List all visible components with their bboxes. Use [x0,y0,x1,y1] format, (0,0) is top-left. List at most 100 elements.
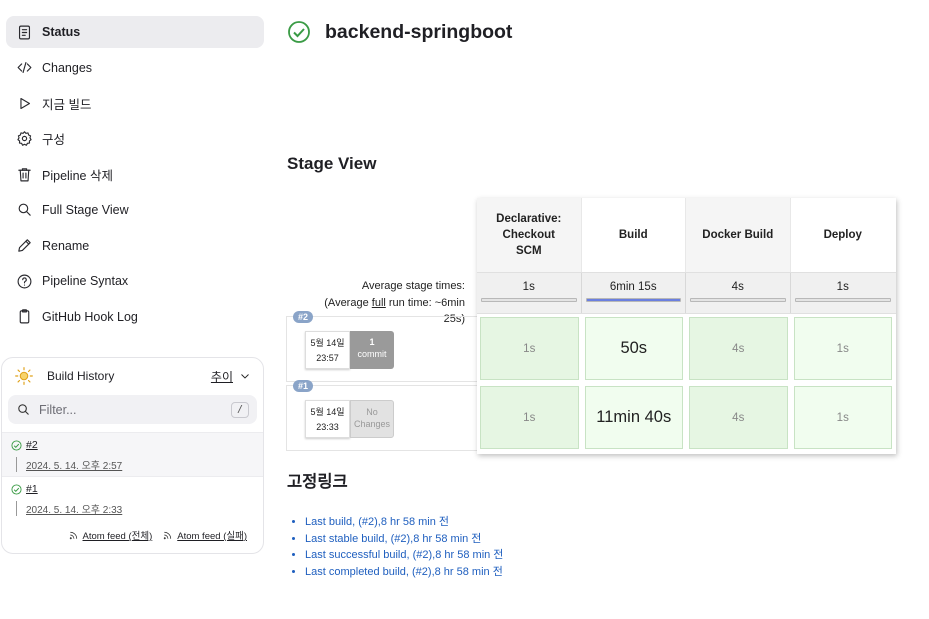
build-number-link[interactable]: #2 [26,439,38,451]
stage-average-value: 4s [731,281,744,293]
sidebar-item-build-now[interactable]: 지금 빌드 [6,87,264,119]
run-changes-box[interactable]: 1 commit [350,331,394,369]
build-number-link[interactable]: #1 [26,483,38,495]
permalinks-title: 고정링크 [287,473,348,491]
filter-shortcut-key: / [230,401,249,418]
run-row-label: #2 5월 14일 23:57 1 commit [286,311,477,382]
full-run-link[interactable]: full [372,297,386,309]
build-history-panel: Build History 추이 / #2 2024. 5. 14. 오후 2:… [1,357,264,554]
stage-header: Declarative: Checkout SCM [477,198,582,272]
clipboard-icon [15,308,33,326]
sidebar-item-label: Rename [42,238,90,253]
trash-icon [15,165,33,183]
commit-count: No [366,407,378,417]
stage-average-value: 6min 15s [609,281,657,293]
stage-name-line: Declarative: [496,213,562,225]
permalink-item: Last successful build, (#2),8 hr 58 min … [305,547,503,564]
play-icon [15,94,33,112]
stage-average: 4s [686,273,791,313]
average-row: 1s 6min 15s 4s 1s [477,272,896,314]
chevron-down-icon [241,374,249,379]
permalink-item: Last completed build, (#2),8 hr 58 min 전 [305,564,503,581]
permalink-link[interactable]: Last completed build, (#2),8 hr 58 min 전 [305,566,503,578]
atom-feed-all-label: Atom feed (전체) [82,531,153,542]
filter-input[interactable] [39,402,231,417]
stage-table: Declarative: Checkout SCM Build Docker Bui… [477,198,896,454]
permalinks-list: Last build, (#2),8 hr 58 min 전 Last stab… [305,514,503,580]
run-changes-box[interactable]: No Changes [350,400,394,438]
stage-header: Build [582,198,686,272]
permalink-item: Last build, (#2),8 hr 58 min 전 [305,514,503,531]
run-time: 23:33 [316,422,339,432]
stage-progress-bar [585,298,681,302]
stage-cell[interactable]: 1s [480,317,579,380]
stage-progress-bar [481,298,577,302]
search-icon [18,404,29,415]
build-history-header: Build History 추이 [2,358,263,394]
stage-average-value: 1s [836,281,849,293]
page-title: backend-springboot [325,20,513,43]
success-check-icon [11,483,22,495]
help-icon [15,272,33,290]
trend-dropdown[interactable]: 추이 [211,368,251,385]
build-history-row[interactable]: #2 2024. 5. 14. 오후 2:57 [2,432,263,476]
run-date: 5월 14일 [310,338,345,348]
document-icon [15,23,33,41]
atom-feeds: Atom feed (전체) Atom feed (실패) [2,520,263,542]
avg-label-line: Average stage times: [361,280,465,292]
sun-icon [15,367,33,385]
stage-view-title: Stage View [287,154,377,173]
permalink-link[interactable]: Last stable build, (#2),8 hr 58 min 전 [305,533,481,545]
run-badge[interactable]: #2 [293,311,314,323]
stage-name-line: Build [618,229,648,241]
search-icon [15,201,33,219]
avg-label-line: (Average full run time: ~6min [286,295,465,312]
stage-progress-bar [794,298,891,302]
filter-box: / [8,395,257,424]
stage-average: 1s [477,273,582,313]
page-header: backend-springboot [287,20,512,44]
stage-name-line: Checkout [502,229,555,241]
sidebar-item-delete-pipeline[interactable]: Pipeline 삭제 [6,158,264,190]
commit-label: Changes [353,419,391,429]
sidebar-item-rename[interactable]: Rename [6,230,264,262]
avg-label-part: (Average [324,296,372,309]
commit-label: commit [357,349,387,359]
stage-cell[interactable]: 11min 40s [584,386,683,449]
build-date[interactable]: 2024. 5. 14. 오후 2:33 [16,501,254,516]
sidebar-item-github-hook-log[interactable]: GitHub Hook Log [6,301,264,333]
sidebar-item-label: 구성 [42,133,66,148]
permalink-link[interactable]: Last build, (#2),8 hr 58 min 전 [305,516,449,528]
atom-feed-failed-link[interactable]: Atom feed (실패) [162,528,247,542]
stage-average-value: 1s [522,281,535,293]
sidebar-item-configure[interactable]: 구성 [6,123,264,155]
atom-feed-all-link[interactable]: Atom feed (전체) [68,528,153,542]
sidebar-item-full-stage-view[interactable]: Full Stage View [6,194,264,226]
build-date[interactable]: 2024. 5. 14. 오후 2:57 [16,457,254,472]
sidebar-item-label: Pipeline 삭제 [42,168,113,183]
stage-cell[interactable]: 50s [584,317,683,380]
sidebar-item-status[interactable]: Status [6,16,264,48]
success-check-icon [288,21,310,43]
stage-run-row: 1s 11min 40s 4s 1s [477,383,896,452]
stage-view: Average stage times: (Average full run t… [286,198,896,454]
stage-cell[interactable]: 4s [689,317,788,380]
stage-run-row: 1s 50s 4s 1s [477,314,896,383]
sidebar-item-pipeline-syntax[interactable]: Pipeline Syntax [6,265,264,297]
stage-cell[interactable]: 4s [689,386,788,449]
sidebar-item-changes[interactable]: Changes [6,52,264,84]
run-badge[interactable]: #1 [293,380,314,392]
stage-progress-bar [690,298,786,302]
rss-icon [164,531,172,539]
stage-average: 1s [791,273,896,313]
stage-cell[interactable]: 1s [793,317,892,380]
sidebar-item-label: GitHub Hook Log [42,309,138,324]
stage-header: Docker Build [686,198,791,272]
build-history-row[interactable]: #1 2024. 5. 14. 오후 2:33 [2,476,263,520]
permalink-link[interactable]: Last successful build, (#2),8 hr 58 min … [305,549,503,561]
stage-cell[interactable]: 1s [793,386,892,449]
sidebar-item-label: Status [42,25,81,39]
run-date-box: 5월 14일 23:57 [305,331,350,369]
stage-cell[interactable]: 1s [480,386,579,449]
stage-average: 6min 15s [582,273,686,313]
